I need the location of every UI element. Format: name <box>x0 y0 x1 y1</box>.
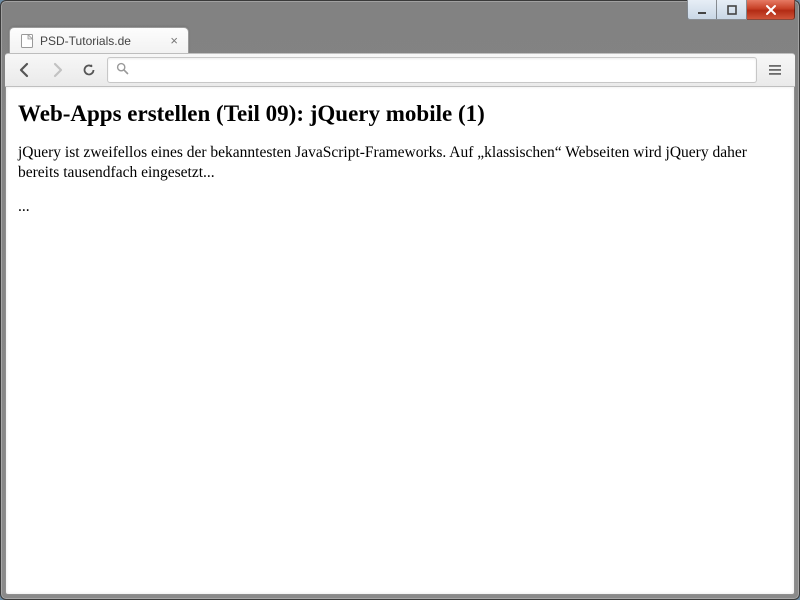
window-controls <box>687 0 795 20</box>
browser-window: PSD-Tutorials.de × Web <box>0 0 800 600</box>
minimize-button[interactable] <box>687 0 717 20</box>
page-heading: Web-Apps erstellen (Teil 09): jQuery mob… <box>18 101 782 127</box>
address-bar[interactable] <box>107 57 757 83</box>
url-input[interactable] <box>135 63 748 78</box>
reload-button[interactable] <box>75 57 103 83</box>
browser-toolbar <box>5 53 795 87</box>
search-icon <box>116 62 129 78</box>
browser-tab[interactable]: PSD-Tutorials.de × <box>9 27 189 53</box>
maximize-button[interactable] <box>717 0 747 20</box>
tab-strip: PSD-Tutorials.de × <box>1 25 799 53</box>
window-titlebar[interactable] <box>1 1 799 25</box>
menu-button[interactable] <box>761 57 789 83</box>
back-button[interactable] <box>11 57 39 83</box>
tab-title: PSD-Tutorials.de <box>40 34 164 48</box>
close-button[interactable] <box>747 0 795 20</box>
page-viewport[interactable]: Web-Apps erstellen (Teil 09): jQuery mob… <box>5 87 795 595</box>
forward-button[interactable] <box>43 57 71 83</box>
page-icon <box>20 34 34 48</box>
page-content: Web-Apps erstellen (Teil 09): jQuery mob… <box>6 87 794 245</box>
page-ellipsis: ... <box>18 197 782 217</box>
page-paragraph: jQuery ist zweifellos eines der bekannte… <box>18 143 782 183</box>
tab-close-icon[interactable]: × <box>170 34 178 47</box>
